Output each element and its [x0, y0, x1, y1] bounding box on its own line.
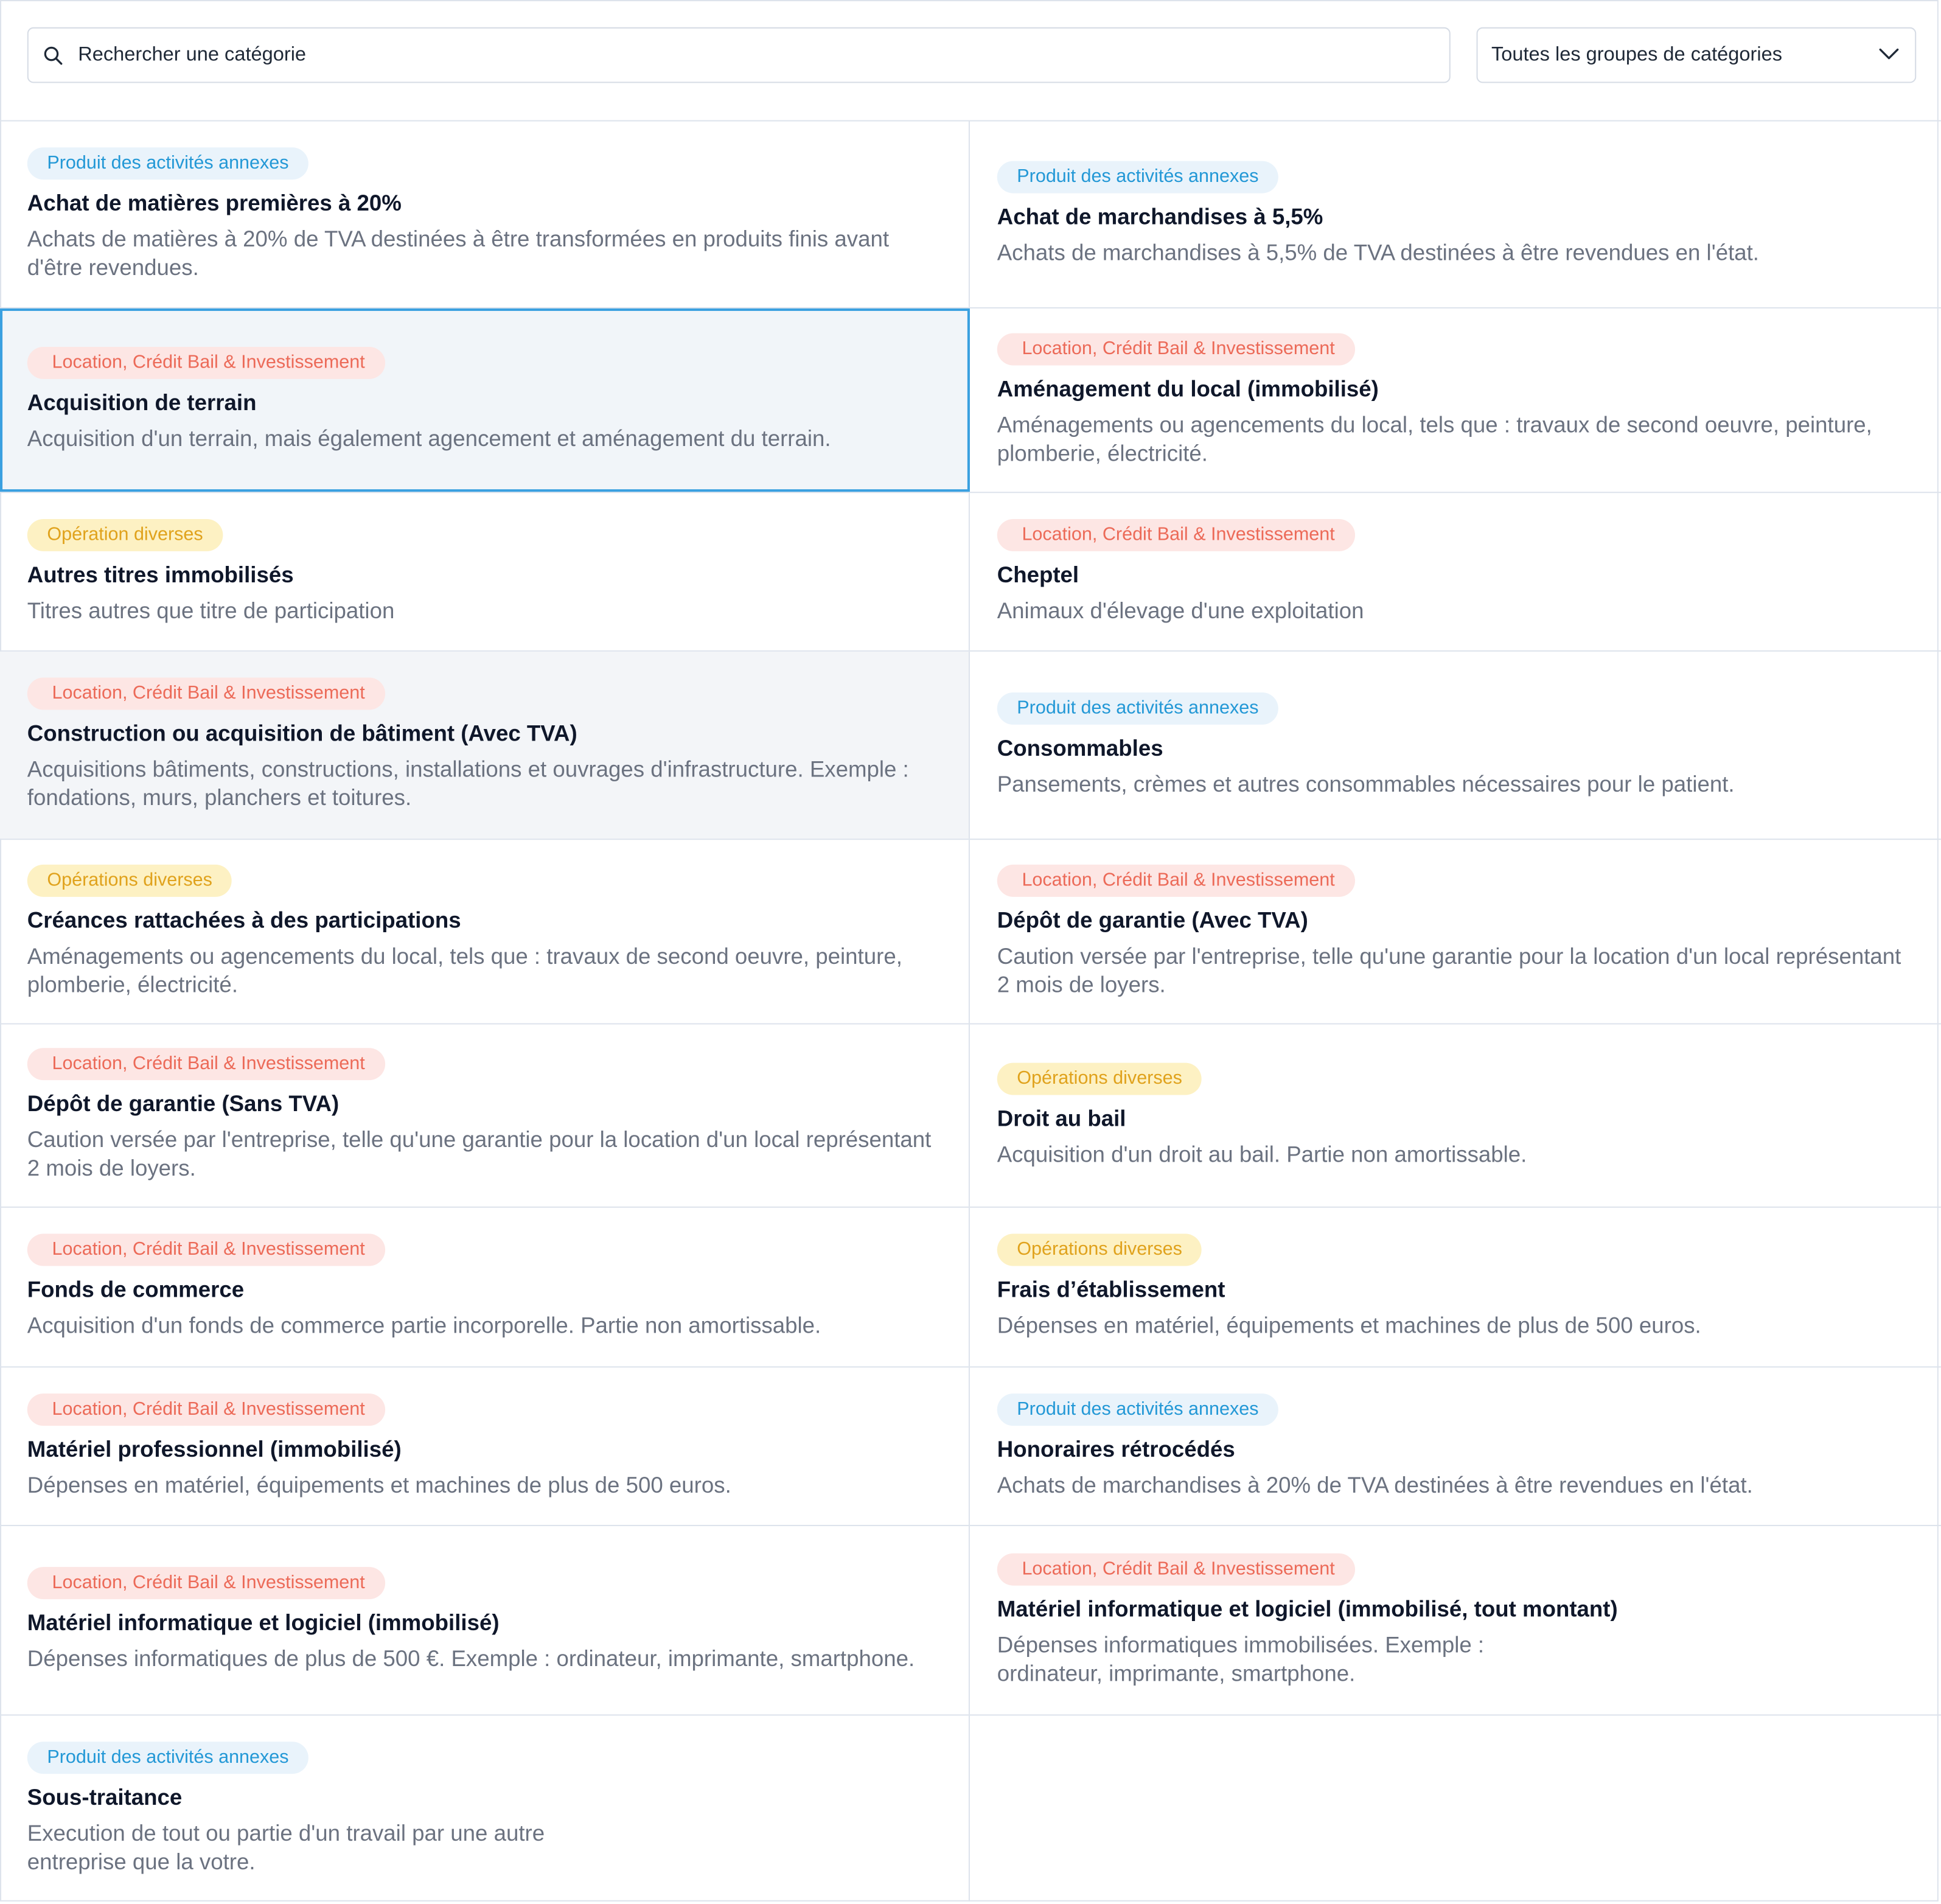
- group-badge: Opérations diverses: [997, 1062, 1202, 1095]
- category-title: Matériel informatique et logiciel (immob…: [997, 1595, 1618, 1621]
- category-picker: Toutes les groupes de catégories Produit…: [0, 0, 1941, 1904]
- group-badge: Location, Crédit Bail & Investissement: [27, 1393, 385, 1426]
- group-badge: Location, Crédit Bail & Investissement: [27, 1233, 385, 1266]
- category-card[interactable]: Location, Crédit Bail & Investissement D…: [970, 840, 1941, 1023]
- category-card[interactable]: Produit des activités annexes Sous-trait…: [0, 1715, 970, 1902]
- category-card[interactable]: Opérations diverses Droit au bail Acquis…: [970, 1025, 1941, 1207]
- category-title: Aménagement du local (immobilisé): [997, 375, 1379, 401]
- group-badge: Location, Crédit Bail & Investissement: [997, 518, 1355, 551]
- category-title: Autres titres immobilisés: [27, 562, 294, 587]
- group-badge: Location, Crédit Bail & Investissement: [27, 1048, 385, 1081]
- category-description: Execution de tout ou partie d'un travail…: [27, 1820, 545, 1874]
- grid-row: Location, Crédit Bail & Investissement M…: [0, 1367, 1941, 1526]
- group-badge: Opérations diverses: [27, 863, 232, 896]
- category-description: Aménagements ou agencements du local, te…: [27, 943, 902, 997]
- group-filter-select[interactable]: Toutes les groupes de catégories: [1476, 27, 1917, 83]
- group-badge: Opérations diverses: [997, 1233, 1202, 1266]
- category-card[interactable]: Location, Crédit Bail & Investissement M…: [0, 1367, 970, 1525]
- category-description: Animaux d'élevage d'une exploitation: [997, 598, 1364, 622]
- group-badge: Location, Crédit Bail & Investissement: [997, 863, 1355, 896]
- category-title: Achat de matières premières à 20%: [27, 190, 402, 215]
- category-card[interactable]: Opérations diverses Créances rattachées …: [0, 840, 970, 1023]
- group-badge: Produit des activités annexes: [27, 147, 309, 180]
- category-description: Pansements, crèmes et autres consommable…: [997, 771, 1735, 796]
- category-description: Dépenses informatiques de plus de 500 €.…: [27, 1646, 915, 1672]
- grid-row: Location, Crédit Bail & Investissement F…: [0, 1207, 1941, 1368]
- category-title: Consommables: [997, 735, 1163, 760]
- group-badge: Location, Crédit Bail & Investissement: [997, 332, 1355, 365]
- category-description: Acquisitions bâtiments, constructions, i…: [27, 756, 909, 811]
- category-description: Achats de matières à 20% de TVA destinée…: [27, 226, 890, 280]
- category-title: Fonds de commerce: [27, 1277, 245, 1302]
- category-description: Dépenses informatiques immobilisées. Exe…: [997, 1632, 1485, 1686]
- group-badge: Location, Crédit Bail & Investissement: [27, 1567, 385, 1600]
- category-description: Achats de marchandises à 20% de TVA dest…: [997, 1472, 1753, 1498]
- category-title: Acquisition de terrain: [27, 390, 257, 415]
- category-card[interactable]: Location, Crédit Bail & Investissement M…: [0, 1526, 970, 1715]
- group-badge: Location, Crédit Bail & Investissement: [997, 1552, 1355, 1585]
- group-badge: Produit des activités annexes: [997, 161, 1279, 194]
- category-card-hovered[interactable]: Location, Crédit Bail & Investissement C…: [0, 651, 970, 839]
- category-title: Matériel informatique et logiciel (immob…: [27, 1610, 500, 1636]
- group-badge: Produit des activités annexes: [27, 1741, 309, 1774]
- grid-row: Opération diverses Autres titres immobil…: [0, 493, 1941, 652]
- category-description: Acquisition d'un terrain, mais également…: [27, 426, 831, 451]
- grid-row: Produit des activités annexes Achat de m…: [0, 121, 1941, 309]
- empty-cell: [970, 1715, 1941, 1901]
- category-card[interactable]: Produit des activités annexes Consommabl…: [970, 652, 1941, 839]
- category-title: Cheptel: [997, 562, 1079, 587]
- group-badge: Location, Crédit Bail & Investissement: [27, 677, 385, 710]
- category-card[interactable]: Location, Crédit Bail & Investissement C…: [970, 493, 1941, 650]
- chevron-down-icon: [1878, 44, 1900, 66]
- category-title: Matériel professionnel (immobilisé): [27, 1436, 402, 1462]
- group-badge: Location, Crédit Bail & Investissement: [27, 346, 385, 379]
- category-description: Caution versée par l'entreprise, telle q…: [27, 1127, 932, 1181]
- category-title: Construction ou acquisition de bâtiment …: [27, 720, 577, 746]
- category-description: Dépenses en matériel, équipements et mac…: [997, 1313, 1701, 1338]
- grid-row: Location, Crédit Bail & Investissement A…: [0, 308, 1941, 493]
- grid-row: Location, Crédit Bail & Investissement M…: [0, 1526, 1941, 1716]
- search-input[interactable]: [78, 30, 1449, 80]
- grid-row: Location, Crédit Bail & Investissement C…: [0, 651, 1941, 840]
- category-title: Dépôt de garantie (Avec TVA): [997, 907, 1308, 932]
- category-card[interactable]: Opérations diverses Frais d’établissemen…: [970, 1208, 1941, 1367]
- category-description: Aménagements ou agencements du local, te…: [997, 411, 1872, 466]
- grid-row: Produit des activités annexes Sous-trait…: [0, 1715, 1941, 1902]
- group-filter-value: Toutes les groupes de catégories: [1491, 44, 1782, 65]
- category-description: Titres autres que titre de participation: [27, 598, 395, 622]
- category-description: Caution versée par l'entreprise, telle q…: [997, 943, 1901, 997]
- category-title: Honoraires rétrocédés: [997, 1436, 1235, 1462]
- group-badge: Produit des activités annexes: [997, 691, 1279, 724]
- category-grid: Produit des activités annexes Achat de m…: [0, 121, 1941, 1902]
- category-card[interactable]: Location, Crédit Bail & Investissement A…: [970, 309, 1941, 492]
- category-description: Achats de marchandises à 5,5% de TVA des…: [997, 240, 1760, 265]
- category-card[interactable]: Produit des activités annexes Achat de m…: [970, 121, 1941, 307]
- category-title: Créances rattachées à des participations: [27, 907, 461, 932]
- search-box[interactable]: [27, 27, 1451, 83]
- category-title: Dépôt de garantie (Sans TVA): [27, 1091, 340, 1117]
- category-description: Acquisition d'un droit au bail. Partie n…: [997, 1141, 1527, 1166]
- group-badge: Opération diverses: [27, 518, 223, 551]
- category-description: Dépenses en matériel, équipements et mac…: [27, 1472, 731, 1498]
- category-card[interactable]: Location, Crédit Bail & Investissement M…: [970, 1526, 1941, 1714]
- category-card[interactable]: Opération diverses Autres titres immobil…: [0, 493, 970, 650]
- group-badge: Produit des activités annexes: [997, 1393, 1279, 1426]
- grid-row: Location, Crédit Bail & Investissement D…: [0, 1024, 1941, 1208]
- toolbar: Toutes les groupes de catégories: [0, 0, 1941, 122]
- category-card[interactable]: Location, Crédit Bail & Investissement D…: [0, 1024, 970, 1207]
- category-card[interactable]: Location, Crédit Bail & Investissement F…: [0, 1207, 970, 1367]
- category-description: Acquisition d'un fonds de commerce parti…: [27, 1313, 821, 1338]
- grid-row: Opérations diverses Créances rattachées …: [0, 840, 1941, 1025]
- category-card[interactable]: Produit des activités annexes Achat de m…: [0, 121, 970, 307]
- category-card-selected[interactable]: Location, Crédit Bail & Investissement A…: [0, 308, 970, 492]
- category-card[interactable]: Produit des activités annexes Honoraires…: [970, 1367, 1941, 1525]
- category-title: Frais d’établissement: [997, 1277, 1225, 1302]
- category-title: Achat de marchandises à 5,5%: [997, 204, 1323, 229]
- category-title: Sous-traitance: [27, 1784, 183, 1810]
- search-icon: [29, 27, 78, 83]
- category-title: Droit au bail: [997, 1105, 1126, 1131]
